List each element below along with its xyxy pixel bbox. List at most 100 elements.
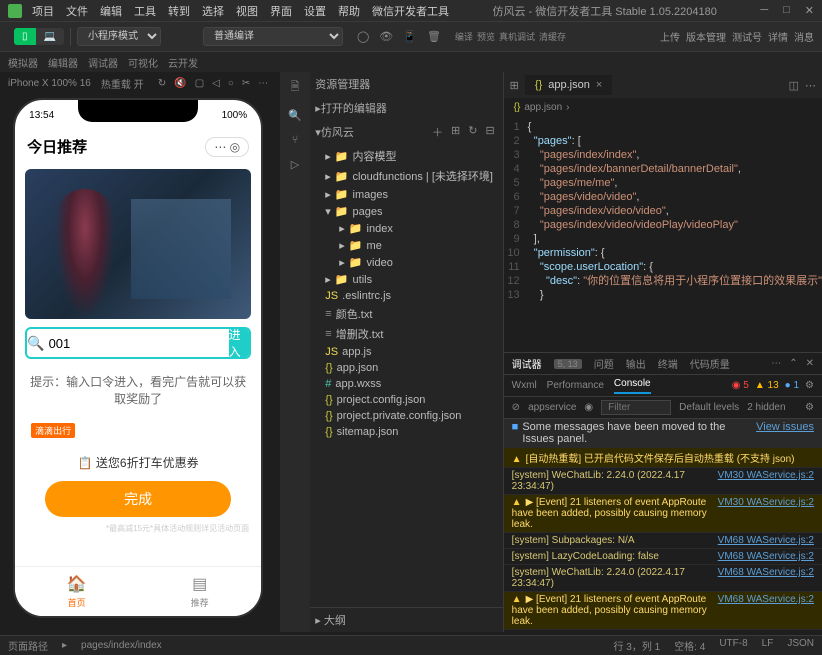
eye-icon[interactable]: ◉ bbox=[584, 402, 593, 413]
tree-item[interactable]: ▸ 📁 cloudfunctions | [未选择环境] bbox=[307, 166, 502, 186]
log-source-link[interactable]: VM68 WAService.js:2 bbox=[718, 551, 814, 562]
log-source-link[interactable]: VM68 WAService.js:2 bbox=[718, 535, 814, 546]
toolbar-版本管理[interactable]: 版本管理 bbox=[686, 29, 726, 44]
toolbar-action-预览[interactable]: 👁 bbox=[379, 30, 393, 43]
more-icon[interactable]: ⋯ bbox=[805, 79, 816, 92]
mode-select[interactable]: 小程序模式 bbox=[77, 27, 161, 46]
tree-item[interactable]: ▸ 📁 内容模型 bbox=[307, 146, 502, 166]
more-icon[interactable]: ⋯ bbox=[258, 78, 268, 89]
ad-box[interactable]: 滴滴出行 bbox=[25, 417, 251, 444]
status-item[interactable]: UTF-8 bbox=[719, 638, 747, 653]
error-count[interactable]: ◉ 5 bbox=[732, 380, 749, 391]
new-folder-icon[interactable]: ⊞ bbox=[451, 124, 460, 140]
tree-item[interactable]: {} project.config.json bbox=[307, 392, 502, 408]
toggle-panel-icon[interactable]: ⊞ bbox=[510, 79, 519, 92]
log-source-link[interactable]: VM68 WAService.js:2 bbox=[718, 594, 814, 627]
tree-item[interactable]: ≡ 颜色.txt bbox=[307, 304, 502, 324]
console-tab-代码质量[interactable]: 代码质量 bbox=[690, 356, 730, 371]
sec-tab-云开发[interactable]: 云开发 bbox=[168, 55, 198, 70]
project-root[interactable]: ▾ 仿风云 ＋ ⊞ ↻ ⊟ bbox=[307, 120, 502, 144]
menu-选择[interactable]: 选择 bbox=[202, 3, 224, 19]
breadcrumb[interactable]: {} app.json › bbox=[504, 98, 822, 116]
toolbar-详情[interactable]: 详情 bbox=[768, 29, 788, 44]
status-item[interactable]: JSON bbox=[787, 638, 814, 653]
menu-帮助[interactable]: 帮助 bbox=[338, 3, 360, 19]
console-tab-问题[interactable]: 问题 bbox=[594, 356, 614, 371]
warn-count[interactable]: ▲ 13 bbox=[755, 380, 779, 391]
search-icon[interactable]: 🔍 bbox=[288, 109, 302, 122]
subtab-console[interactable]: Console bbox=[614, 378, 651, 394]
sec-tab-调试器[interactable]: 调试器 bbox=[88, 55, 118, 70]
tree-item[interactable]: ▸ 📁 me bbox=[307, 237, 502, 254]
toolbar-action-真机调试[interactable]: 📱 bbox=[403, 30, 417, 43]
status-item[interactable]: 空格: 4 bbox=[674, 638, 705, 653]
toolbar-测试号[interactable]: 测试号 bbox=[732, 29, 762, 44]
tree-item[interactable]: {} project.private.config.json bbox=[307, 408, 502, 424]
console-ctrl-icon[interactable]: ⌃ bbox=[789, 358, 797, 369]
console-body[interactable]: ▲[自动热重载] 已开启代码文件保存后自动热重载 (不支持 json)[syst… bbox=[504, 448, 822, 632]
menu-微信开发者工具[interactable]: 微信开发者工具 bbox=[372, 3, 449, 19]
menu-界面[interactable]: 界面 bbox=[270, 3, 292, 19]
menu-项目[interactable]: 项目 bbox=[32, 3, 54, 19]
toolbar-上传[interactable]: 上传 bbox=[660, 29, 680, 44]
debug-icon[interactable]: ▷ bbox=[291, 158, 299, 171]
editor-tab-active[interactable]: {} app.json × bbox=[525, 75, 612, 95]
console-tab-输出[interactable]: 输出 bbox=[626, 356, 646, 371]
phone-button[interactable]: ▯ bbox=[14, 28, 36, 45]
sec-tab-编辑器[interactable]: 编辑器 bbox=[48, 55, 78, 70]
tree-item[interactable]: JS app.js bbox=[307, 344, 502, 360]
tree-item[interactable]: {} sitemap.json bbox=[307, 424, 502, 440]
tree-item[interactable]: {} app.json bbox=[307, 360, 502, 376]
hidden-count[interactable]: 2 hidden bbox=[747, 402, 785, 413]
log-source-link[interactable]: VM30 WAService.js:2 bbox=[718, 470, 814, 492]
tree-item[interactable]: ▾ 📁 pages bbox=[307, 203, 502, 220]
context-select[interactable]: appservice bbox=[528, 402, 576, 413]
tree-item[interactable]: # app.wxss bbox=[307, 376, 502, 392]
git-icon[interactable]: ⑂ bbox=[292, 134, 299, 146]
menu-编辑[interactable]: 编辑 bbox=[100, 3, 122, 19]
tree-item[interactable]: ▸ 📁 index bbox=[307, 220, 502, 237]
console-ctrl-icon[interactable]: ✕ bbox=[806, 358, 814, 369]
tree-item[interactable]: ≡ 增删改.txt bbox=[307, 324, 502, 344]
settings-icon[interactable]: ⚙ bbox=[805, 380, 814, 391]
toolbar-消息[interactable]: 消息 bbox=[794, 29, 814, 44]
tree-item[interactable]: ▸ 📁 utils bbox=[307, 271, 502, 288]
outline-section[interactable]: ▸ 大纲 bbox=[307, 607, 502, 632]
tablet-button[interactable]: 💻 bbox=[36, 28, 64, 45]
status-item[interactable]: LF bbox=[762, 638, 774, 653]
split-icon[interactable]: ◫ bbox=[789, 79, 799, 92]
status-path-label[interactable]: 页面路径 bbox=[8, 638, 48, 653]
capsule-button[interactable]: ⋯ ◎ bbox=[205, 137, 249, 157]
subtab-wxml[interactable]: Wxml bbox=[512, 380, 537, 391]
menu-转到[interactable]: 转到 bbox=[168, 3, 190, 19]
tab-home[interactable]: 🏠首页 bbox=[15, 567, 138, 616]
back-icon[interactable]: ◁ bbox=[212, 78, 220, 89]
mute-icon[interactable]: 🔇 bbox=[174, 78, 186, 89]
info-count[interactable]: ● 1 bbox=[785, 380, 799, 391]
rotate-icon[interactable]: ↻ bbox=[158, 78, 166, 89]
clear-icon[interactable]: ⊘ bbox=[512, 402, 520, 413]
close-tab-icon[interactable]: × bbox=[596, 79, 602, 91]
menu-工具[interactable]: 工具 bbox=[134, 3, 156, 19]
maximize-icon[interactable]: □ bbox=[783, 4, 790, 17]
console-tab-终端[interactable]: 终端 bbox=[658, 356, 678, 371]
tree-item[interactable]: ▸ 📁 images bbox=[307, 186, 502, 203]
toolbar-action-编译[interactable]: ◯ bbox=[357, 30, 369, 43]
tree-item[interactable]: ▸ 📁 video bbox=[307, 254, 502, 271]
close-icon[interactable]: ✕ bbox=[805, 4, 814, 17]
toolbar-action-清缓存[interactable]: 🗑 bbox=[427, 30, 441, 43]
banner-image[interactable] bbox=[25, 169, 251, 319]
status-path[interactable]: pages/index/index bbox=[81, 640, 162, 651]
menu-设置[interactable]: 设置 bbox=[304, 3, 326, 19]
new-file-icon[interactable]: ＋ bbox=[432, 124, 443, 140]
hot-reload-label[interactable]: 热重载 开 bbox=[101, 76, 144, 91]
cut-icon[interactable]: ✂ bbox=[242, 78, 250, 89]
console-ctrl-icon[interactable]: ⋯ bbox=[771, 358, 781, 369]
explorer-icon[interactable]: 🗎 bbox=[291, 78, 300, 97]
screenshot-icon[interactable]: ▢ bbox=[195, 78, 204, 89]
minimize-icon[interactable]: ─ bbox=[760, 4, 768, 17]
enter-button[interactable]: 进入 bbox=[229, 329, 250, 357]
tab-recommend[interactable]: ▤推荐 bbox=[138, 567, 261, 616]
collapse-icon[interactable]: ⊟ bbox=[485, 124, 494, 140]
menu-文件[interactable]: 文件 bbox=[66, 3, 88, 19]
